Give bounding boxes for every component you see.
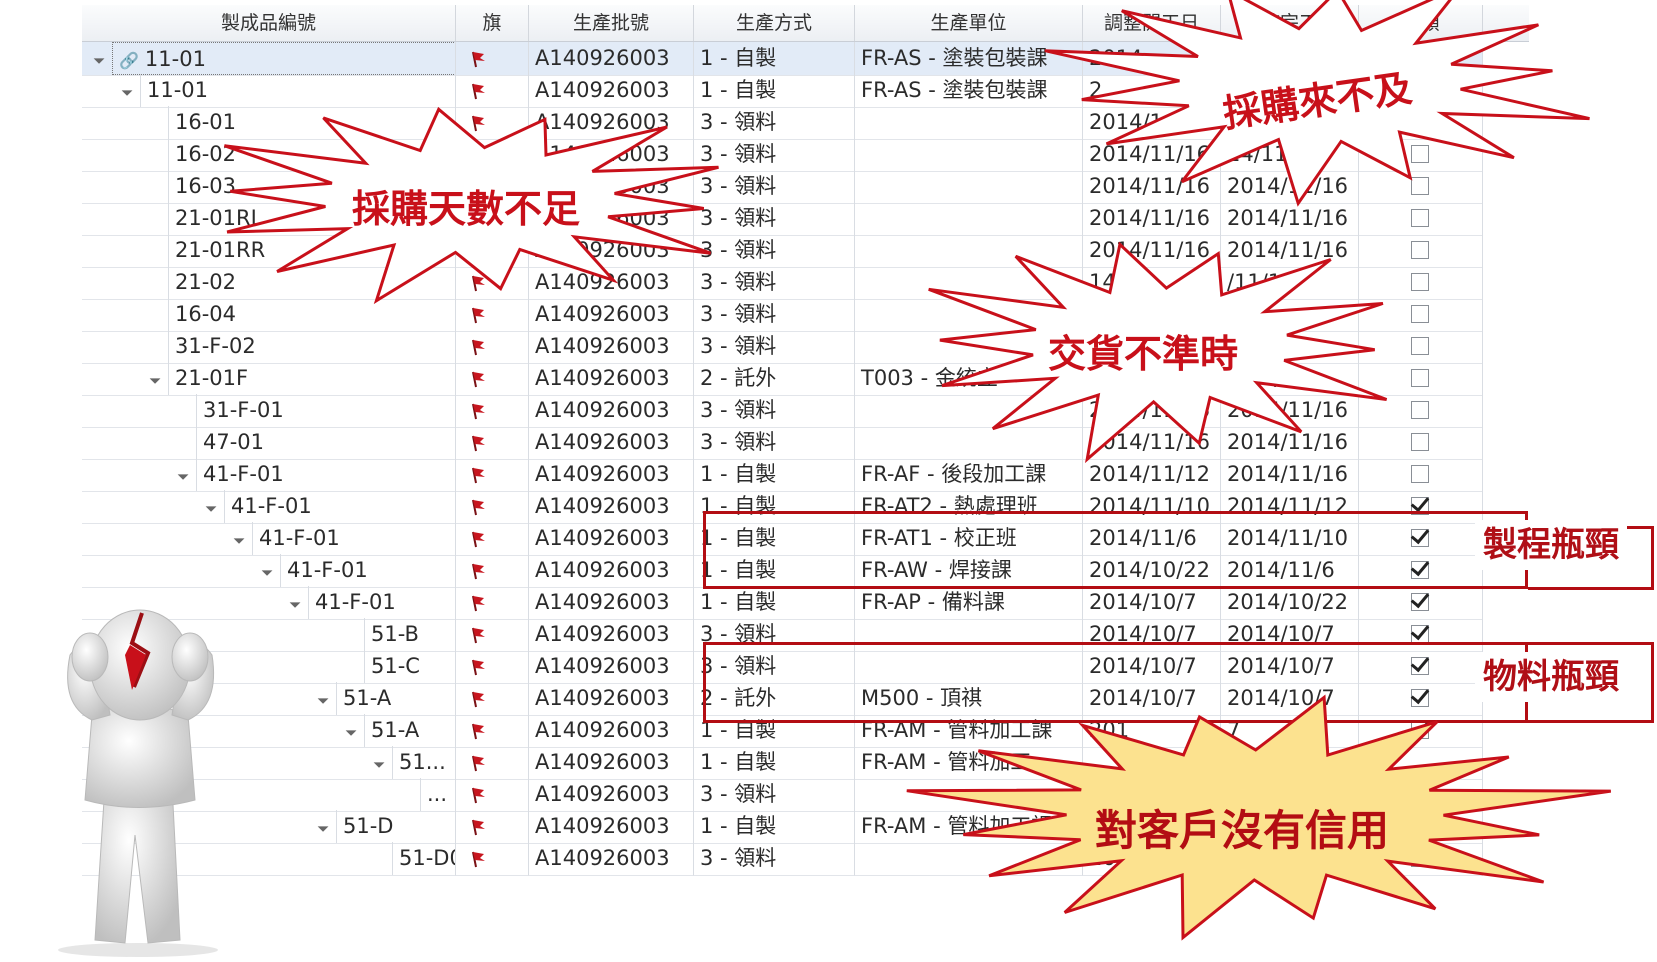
- callout-purchase-days: 採購天數不足: [352, 187, 581, 231]
- callout-delivery-late: 交貨不準時: [1048, 332, 1239, 376]
- starburst-callouts: [223, 0, 1612, 941]
- stressed-person-figure: [58, 609, 218, 957]
- callout-no-credit: 對客戶沒有信用: [1095, 806, 1390, 855]
